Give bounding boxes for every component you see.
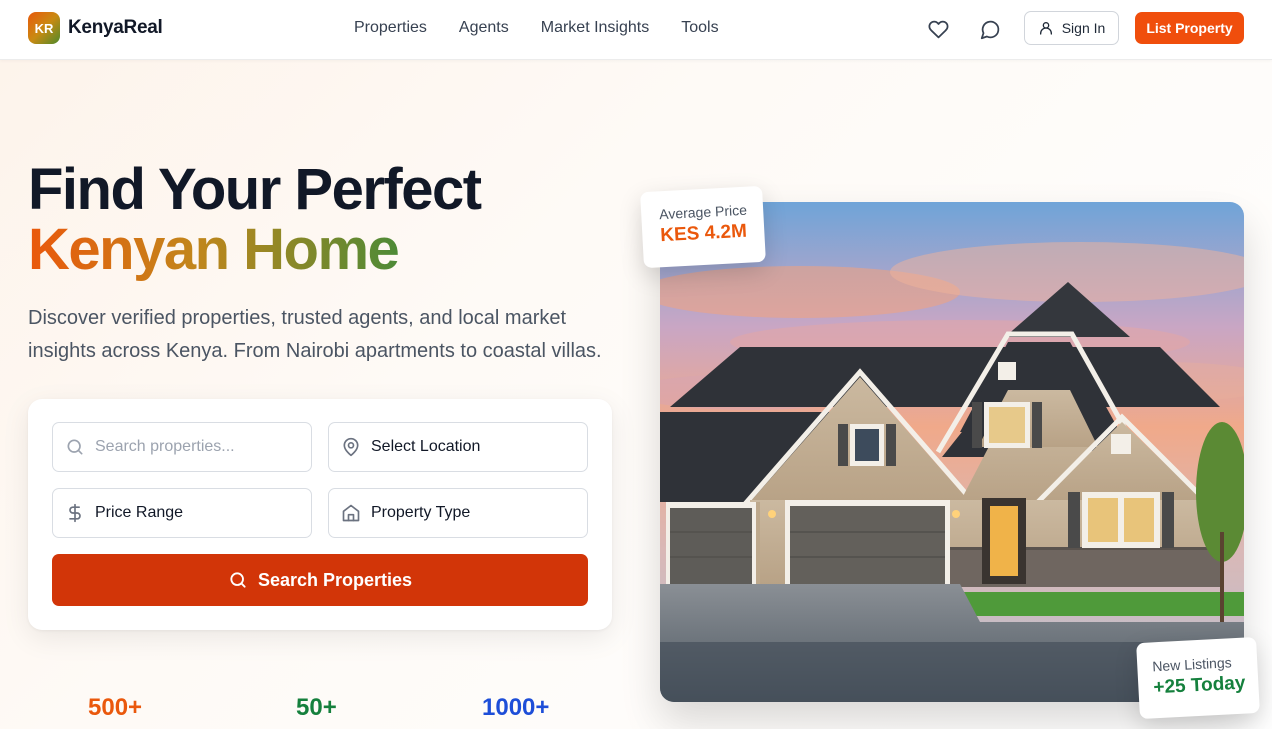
search-properties-button[interactable]: Search Properties (52, 554, 588, 606)
nav-agents[interactable]: Agents (459, 19, 509, 37)
average-price-card: Average Price KES 4.2M (640, 185, 766, 269)
nav-properties[interactable]: Properties (354, 19, 427, 37)
map-pin-icon (341, 437, 361, 457)
sign-in-label: Sign In (1061, 20, 1106, 36)
stat-value-2: 50+ (296, 694, 337, 721)
brand-logo[interactable]: KR KenyaReal (28, 12, 163, 44)
average-price-label: Average Price (658, 201, 748, 223)
search-input[interactable] (95, 438, 295, 456)
search-button-icon (228, 570, 248, 590)
price-range-label: Price Range (95, 504, 184, 521)
home-icon (341, 503, 361, 523)
hero-subtitle: Discover verified properties, trusted ag… (28, 307, 602, 362)
hero-house-image (660, 202, 1244, 702)
new-listings-label: New Listings (1151, 654, 1233, 675)
heart-icon[interactable] (926, 17, 950, 41)
search-card: Select Location Price Range Property Typ… (28, 399, 612, 630)
user-icon (1038, 20, 1054, 36)
stat-value-3: 1000+ (482, 694, 550, 721)
chat-bubble-icon[interactable] (978, 17, 1002, 41)
brand-badge: KR (28, 12, 60, 44)
new-listings-value: +25 Today (1152, 672, 1246, 699)
new-listings-card: New Listings +25 Today (1136, 636, 1260, 720)
list-property-button[interactable]: List Property (1135, 12, 1244, 44)
nav-tools[interactable]: Tools (681, 19, 718, 37)
location-select[interactable]: Select Location (328, 422, 588, 472)
dollar-icon (65, 503, 85, 523)
search-icon (65, 437, 85, 457)
top-header: KR KenyaReal Properties Agents Market In… (0, 0, 1272, 60)
average-price-value: KES 4.2M (659, 220, 748, 247)
nav-market-insights[interactable]: Market Insights (541, 19, 649, 37)
search-field[interactable] (52, 422, 312, 472)
price-range-select[interactable]: Price Range (52, 488, 312, 538)
main-nav: Properties Agents Market Insights Tools (354, 19, 719, 37)
search-button-label: Search Properties (257, 569, 413, 590)
stat-value-1: 500+ (88, 694, 143, 721)
sign-in-button[interactable]: Sign In (1024, 11, 1119, 45)
hero-title-line2: Kenyan Home (28, 217, 400, 282)
hero-title-line1: Find Your Perfect (28, 157, 482, 222)
property-type-select[interactable]: Property Type (328, 488, 588, 538)
location-label: Select Location (371, 438, 481, 455)
property-type-label: Property Type (371, 504, 471, 521)
brand-name: KenyaReal (68, 17, 163, 38)
